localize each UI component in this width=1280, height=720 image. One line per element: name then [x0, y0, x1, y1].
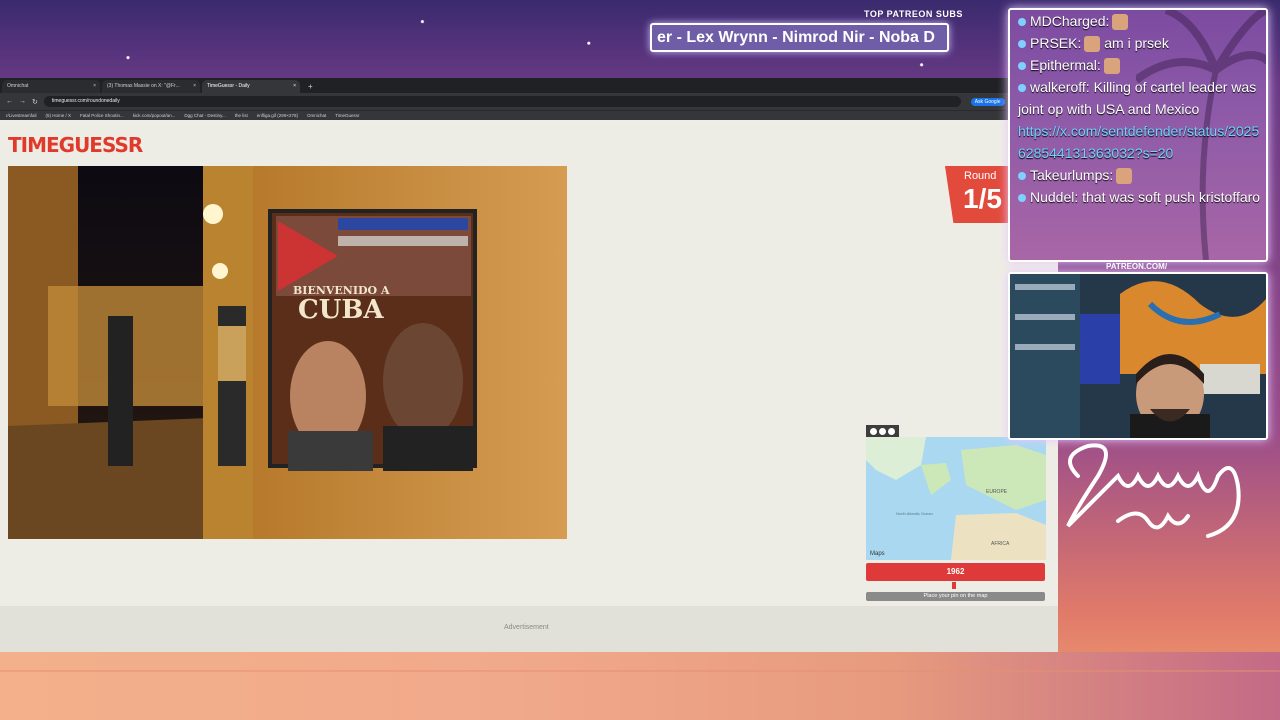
year-slider-handle[interactable] — [952, 582, 956, 589]
user-badge-icon — [1018, 172, 1026, 181]
close-icon[interactable]: × — [93, 83, 96, 89]
tab-timeguessr[interactable]: TimeGuessr - Daily × — [202, 80, 300, 93]
emote-icon — [1084, 36, 1101, 53]
map-label-europe: EUROPE — [986, 489, 1008, 495]
chat-username: PRSEK: — [1030, 35, 1082, 51]
patreon-ticker: er - Lex Wrynn - Nimrod Nir - Noba D — [650, 23, 949, 52]
browser-window: Omnichat × (3) Thomas Massie on X: "@Fr..… — [0, 78, 1058, 652]
advertisement-label: Advertisement — [504, 624, 549, 631]
patreon-url: PATREON.COM/ — [1106, 262, 1168, 271]
map-controls[interactable] — [866, 425, 899, 437]
bookmark[interactable]: Dgg Chat - Destiny... — [184, 113, 225, 118]
timeguessr-logo[interactable]: TIMEGUESSR — [8, 133, 143, 157]
bookmarks-bar: r/Livestreamfail (5) Home / X Fatal Poli… — [0, 110, 1058, 120]
user-badge-icon — [1018, 40, 1026, 49]
tab-label: TimeGuessr - Daily — [207, 83, 250, 89]
webcam-feed — [1008, 272, 1268, 440]
guess-map[interactable]: North Atlantic Ocean EUROPE AFRICA Maps — [866, 425, 1046, 560]
bookmark[interactable]: r/Livestreamfail — [6, 113, 37, 118]
chat-text: am i prsek — [1104, 35, 1169, 51]
map-expand-icon[interactable] — [870, 427, 877, 435]
chat-message: Nuddel: that was soft push kristoffaro — [1010, 186, 1266, 208]
poster-line2: CUBA — [298, 295, 384, 325]
chat-message: MDCharged: — [1010, 10, 1266, 32]
chat-username: Nuddel: — [1030, 189, 1079, 205]
chat-message: PRSEK: am i prsek — [1010, 32, 1266, 54]
forward-icon[interactable]: → — [19, 98, 26, 105]
tab-label: Omnichat — [7, 83, 29, 89]
year-selector[interactable]: 1962 — [866, 563, 1045, 581]
bookmark[interactable]: Omnichat — [307, 113, 326, 118]
tab-label: (3) Thomas Massie on X: "@Fr... — [107, 83, 180, 89]
user-badge-icon — [1018, 18, 1026, 27]
bookmark[interactable]: the list — [235, 113, 248, 118]
map-size-icon[interactable] — [879, 427, 886, 435]
browser-toolbar: ← → ↻ timeguessr.com/roundonedaily Ask G… — [0, 93, 1058, 110]
close-icon[interactable]: × — [293, 83, 296, 89]
bookmark[interactable]: kick.com/popout/an... — [133, 113, 176, 118]
chat-text: that was soft push kristoffaro — [1082, 189, 1261, 205]
round-label: Round — [964, 170, 997, 182]
user-badge-icon — [1018, 84, 1026, 93]
back-icon[interactable]: ← — [6, 98, 13, 105]
tab-thomas-massie[interactable]: (3) Thomas Massie on X: "@Fr... × — [102, 80, 200, 93]
chat-message: Takeurlumps: — [1010, 164, 1266, 186]
user-badge-icon — [1018, 62, 1026, 71]
round-photo: BIENVENIDO A CUBA — [8, 166, 567, 539]
chat-message: walkeroff: Killing of cartel leader was … — [1010, 76, 1266, 120]
round-value: 1/5 — [963, 183, 1002, 214]
chat-username: Epithermal: — [1030, 57, 1101, 73]
close-icon[interactable]: × — [193, 83, 196, 89]
emote-icon — [1112, 14, 1129, 31]
chat-link[interactable]: https://x.com/sentdefender/status/202562… — [1018, 123, 1259, 161]
havana-street-photo: BIENVENIDO A CUBA — [8, 166, 567, 539]
emote-icon — [1103, 58, 1120, 75]
tab-bar: Omnichat × (3) Thomas Massie on X: "@Fr..… — [0, 78, 1058, 93]
ask-google-button[interactable]: Ask Google — [970, 97, 1005, 106]
chat-username: walkeroff: — [1030, 79, 1090, 95]
something-else-logo — [1066, 443, 1241, 538]
timeguessr-page: TIMEGUESSR BIENVENIDO A CUBA Round 1/5 N… — [0, 125, 1058, 652]
map-attribution: Maps — [870, 551, 885, 557]
map-collapse-icon[interactable] — [888, 427, 895, 435]
place-pin-button[interactable]: Place your pin on the map — [866, 592, 1045, 601]
map-label-africa: AFRICA — [991, 541, 1010, 547]
user-badge-icon — [1018, 194, 1026, 203]
bookmark[interactable]: (5) Home / X — [46, 113, 72, 118]
stream-chat: MDCharged: PRSEK: am i prsek Epithermal:… — [1008, 8, 1268, 262]
world-map[interactable]: North Atlantic Ocean EUROPE AFRICA Maps — [866, 425, 1046, 560]
bookmark[interactable]: TimeGuessr — [335, 113, 359, 118]
ticker-text: er - Lex Wrynn - Nimrod Nir - Noba D — [657, 29, 935, 46]
emote-icon — [1116, 168, 1133, 185]
reload-icon[interactable]: ↻ — [32, 98, 38, 106]
bookmark[interactable]: enfliga.gif (299×278) — [257, 113, 298, 118]
tab-omnichat[interactable]: Omnichat × — [2, 80, 100, 93]
chat-username: MDCharged: — [1030, 13, 1110, 29]
chat-username: Takeurlumps: — [1030, 167, 1114, 183]
chat-message: https://x.com/sentdefender/status/202562… — [1010, 120, 1266, 164]
overlay-bottom-band — [0, 652, 1280, 720]
webcam-image — [1010, 274, 1266, 438]
bookmark[interactable]: Fatal Police Shootin... — [80, 113, 124, 118]
address-bar[interactable]: timeguessr.com/roundonedaily — [43, 96, 961, 107]
new-tab-icon[interactable]: + — [302, 80, 319, 93]
patreon-title: TOP PATREON SUBS — [864, 9, 963, 19]
map-label-ocean: North Atlantic Ocean — [896, 511, 933, 516]
chat-message: Epithermal: — [1010, 54, 1266, 76]
